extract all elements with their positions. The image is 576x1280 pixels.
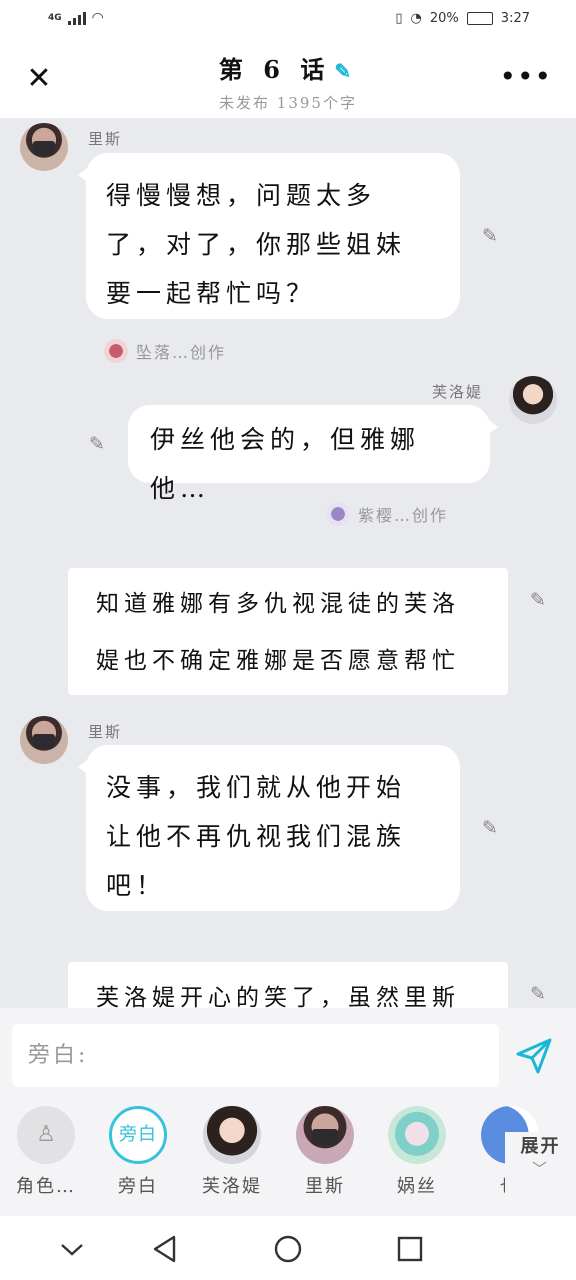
status-bar: 4G ◠ ▯ ◔ 20% 3:27 (0, 0, 576, 40)
clock: 3:27 (500, 11, 530, 26)
edit-pencil-icon[interactable]: ✎ (526, 588, 550, 612)
hide-keyboard-icon[interactable] (55, 1232, 89, 1266)
avatar-lisi[interactable] (20, 123, 68, 171)
role-fuluoti[interactable]: 芙洛媞 (192, 1106, 272, 1198)
wifi-icon: ◠ (91, 10, 104, 26)
story-chat[interactable]: 里斯 得慢慢想，问题太多 了，对了，你那些姐妹 要一起帮忙吗？ ✎ 坠落…创作 … (0, 118, 576, 1008)
credit-text: 坠落…创作 (136, 343, 227, 362)
author-credit: 坠落…创作 (104, 339, 226, 363)
role-manage[interactable]: ♙ 角色… (6, 1106, 86, 1198)
author-credit: 紫樱…创作 (326, 502, 448, 526)
system-nav-bar (0, 1216, 576, 1280)
editor-header: ✕ 第 6 话 ✎ 未发布 1395个字 ••• (0, 40, 576, 118)
role-wasi[interactable]: 娲丝 (377, 1106, 457, 1198)
chapter-title-area[interactable]: 第 6 话 ✎ (0, 50, 576, 85)
message-line: 让他不再仇视我们混族 (106, 822, 407, 851)
chevron-down-icon: ﹀ (531, 1160, 549, 1178)
network-label: 4G (48, 13, 62, 23)
message-line: 吧！ (106, 871, 167, 900)
home-icon[interactable] (271, 1232, 305, 1266)
narration-block[interactable]: 知道雅娜有多仇视混徒的芙洛 媞也不确定雅娜是否愿意帮忙 (68, 568, 508, 695)
narration-line: 知道雅娜有多仇视混徒的芙洛 (96, 591, 460, 617)
expand-label: 展开 (520, 1136, 561, 1157)
role-avatar (388, 1106, 446, 1164)
message-line: 没事，我们就从他开始 (106, 773, 407, 802)
role-label: 娲丝 (397, 1176, 437, 1197)
role-lisi[interactable]: 里斯 (285, 1106, 365, 1198)
chapter-title: 第 6 话 (218, 55, 331, 84)
recents-icon[interactable] (393, 1232, 427, 1266)
role-label: 芙洛媞 (202, 1176, 262, 1197)
expand-roles-button[interactable]: 展开 ﹀ (505, 1132, 576, 1216)
author-avatar (104, 339, 128, 363)
chapter-status: 未发布 1395个字 (219, 94, 357, 112)
compose-bar: 旁白: (0, 1008, 576, 1100)
person-add-icon: ♙ (17, 1106, 75, 1164)
role-avatar (203, 1106, 261, 1164)
speed-icon: ◔ (410, 11, 422, 26)
edit-pencil-icon[interactable]: ✎ (85, 432, 109, 456)
speaker-name: 芙洛媞 (432, 383, 484, 401)
message-line: 了，对了，你那些姐妹 (106, 230, 407, 259)
message-bubble[interactable]: 伊丝他会的，但雅娜他… (128, 405, 498, 503)
narration-block[interactable]: 芙洛媞开心的笑了，虽然里斯 (68, 962, 508, 1008)
role-avatar (296, 1106, 354, 1164)
role-narration[interactable]: 旁白 旁白 (98, 1106, 178, 1198)
edit-title-icon[interactable]: ✎ (334, 59, 357, 83)
credit-text: 紫樱…创作 (358, 506, 449, 525)
role-label: 里斯 (305, 1176, 345, 1197)
avatar-fuluoti[interactable] (509, 376, 557, 424)
narration-line: 媞也不确定雅娜是否愿意帮忙 (96, 648, 460, 674)
edit-pencil-icon[interactable]: ✎ (526, 982, 550, 1006)
narration-role-badge: 旁白 (109, 1106, 167, 1164)
battery-icon (466, 12, 493, 25)
message-line: 要一起帮忙吗？ (106, 279, 317, 308)
narration-line: 芙洛媞开心的笑了，虽然里斯 (96, 985, 460, 1008)
message-bubble[interactable]: 得慢慢想，问题太多 了，对了，你那些姐妹 要一起帮忙吗？ (78, 153, 460, 319)
role-label: 旁白 (118, 1176, 158, 1197)
battery-percent: 20% (429, 11, 459, 26)
message-line: 得慢慢想，问题太多 (106, 181, 377, 210)
author-avatar (326, 502, 350, 526)
back-icon[interactable] (148, 1232, 182, 1266)
role-label: 角色… (16, 1176, 76, 1197)
signal-icon (67, 11, 86, 25)
edit-pencil-icon[interactable]: ✎ (478, 816, 502, 840)
edit-pencil-icon[interactable]: ✎ (478, 224, 502, 248)
send-icon[interactable] (514, 1036, 554, 1076)
speaker-name: 里斯 (88, 723, 123, 741)
role-selector: ♙ 角色… 旁白 旁白 芙洛媞 里斯 娲丝 也 展开 ﹀ (0, 1100, 576, 1216)
message-input[interactable]: 旁白: (12, 1024, 499, 1087)
avatar-lisi[interactable] (20, 716, 68, 764)
more-options-button[interactable]: ••• (499, 60, 552, 93)
message-bubble[interactable]: 没事，我们就从他开始 让他不再仇视我们混族 吧！ (78, 745, 460, 911)
speaker-name: 里斯 (88, 130, 123, 148)
message-text: 伊丝他会的，但雅娜他… (150, 425, 421, 503)
vibrate-icon: ▯ (395, 11, 403, 26)
